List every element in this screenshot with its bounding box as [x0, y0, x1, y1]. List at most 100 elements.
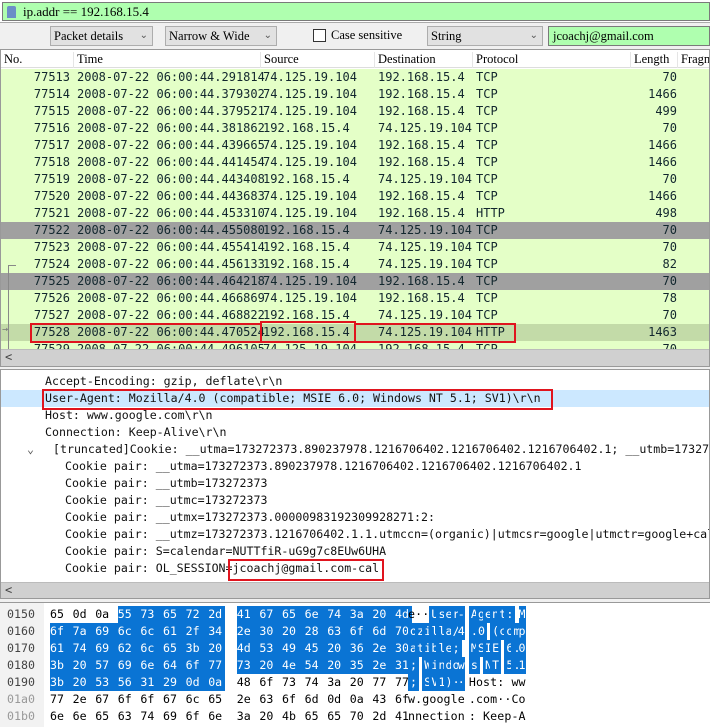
ascii-char[interactable]: E — [490, 640, 502, 657]
hex-byte[interactable]: 20 — [72, 657, 96, 674]
ascii-char[interactable]: c — [476, 691, 483, 708]
hex-byte[interactable]: 6f — [349, 623, 373, 640]
hex-byte[interactable]: 3a — [349, 606, 373, 623]
chevron-left-icon[interactable]: < — [5, 350, 12, 364]
packet-row[interactable]: 77518 2008-07-22 06:00:44.441454 74.125.19… — [1, 154, 709, 171]
ascii-char[interactable]: . — [415, 691, 422, 708]
detail-item[interactable]: Cookie pair: __utmz=173272373.1216706402… — [1, 526, 709, 543]
hex-byte[interactable]: 2f — [185, 623, 209, 640]
ascii-char[interactable]: e — [490, 708, 497, 725]
hex-byte[interactable]: 6f — [118, 691, 140, 708]
hex-byte[interactable]: 20 — [259, 657, 282, 674]
display-filter-input[interactable]: ip.addr == 192.168.15.4 — [2, 2, 710, 21]
hex-byte[interactable]: 43 — [372, 691, 394, 708]
hex-byte[interactable]: 0d — [327, 691, 349, 708]
ascii-char[interactable]: T — [490, 657, 502, 674]
hex-byte[interactable]: 3b — [185, 640, 209, 657]
hex-byte[interactable]: 6e — [208, 708, 230, 725]
hex-byte[interactable]: 61 — [163, 623, 186, 640]
ascii-char[interactable]: · — [457, 674, 465, 691]
column-header-protocol[interactable]: Protocol — [472, 52, 518, 68]
ascii-char[interactable]: H — [469, 674, 476, 691]
ascii-char[interactable]: w — [408, 691, 415, 708]
hex-byte[interactable]: 6f — [259, 674, 281, 691]
ascii-char[interactable]: c — [429, 708, 436, 725]
hex-byte[interactable]: 67 — [95, 691, 117, 708]
hex-byte[interactable]: 2d — [372, 708, 394, 725]
packet-row[interactable]: 77513 2008-07-22 06:00:44.291814 74.125.19… — [1, 69, 709, 86]
hex-byte[interactable]: 70 — [350, 708, 372, 725]
hex-byte[interactable]: 56 — [117, 674, 141, 691]
hex-byte[interactable]: 6f — [186, 708, 208, 725]
hex-byte[interactable]: 20 — [372, 606, 395, 623]
ascii-char[interactable]: o — [519, 691, 526, 708]
hex-byte[interactable]: 0a — [95, 606, 117, 623]
hex-byte[interactable]: 20 — [327, 640, 350, 657]
ascii-char[interactable]: ; — [450, 640, 462, 657]
ascii-char[interactable]: · — [497, 691, 504, 708]
hex-byte[interactable]: 53 — [259, 640, 282, 657]
hex-byte[interactable]: 28 — [304, 623, 328, 640]
ascii-char[interactable]: · — [422, 606, 429, 623]
hex-byte[interactable]: 6e — [304, 606, 328, 623]
ascii-char[interactable]: w — [511, 674, 518, 691]
hex-byte[interactable]: 20 — [259, 708, 281, 725]
char-width-select[interactable]: Narrow & Wide ⌄ — [165, 26, 277, 46]
hex-byte[interactable]: 55 — [117, 606, 141, 623]
hex-byte[interactable]: 65 — [282, 606, 305, 623]
hex-byte[interactable]: 73 — [282, 674, 304, 691]
hex-byte[interactable]: 29 — [163, 674, 186, 691]
hex-byte[interactable]: 65 — [305, 708, 327, 725]
hex-byte[interactable]: 3a — [237, 708, 259, 725]
hex-byte[interactable]: 6c — [140, 623, 163, 640]
hex-byte[interactable]: 65 — [208, 691, 230, 708]
ascii-char[interactable]: e — [422, 708, 429, 725]
hex-byte[interactable]: 6e — [140, 657, 163, 674]
detail-item[interactable]: Cookie pair: S=calendar=NUTTfiR-uG9g7c8E… — [1, 543, 709, 560]
ascii-char[interactable]: l — [451, 691, 458, 708]
packet-row[interactable]: 77521 2008-07-22 06:00:44.453310 74.125.19… — [1, 205, 709, 222]
hex-byte[interactable]: 4b — [282, 708, 304, 725]
column-header-fragment[interactable]: Fragm — [677, 52, 709, 68]
ascii-char[interactable]: w — [457, 657, 465, 674]
hex-byte[interactable]: 0d — [73, 606, 95, 623]
hex-byte[interactable]: 6d — [372, 623, 395, 640]
ascii-char[interactable]: o — [429, 691, 436, 708]
hex-byte[interactable]: 2d — [208, 606, 226, 623]
hex-byte[interactable]: 3b — [50, 657, 73, 674]
hex-byte[interactable]: 69 — [95, 640, 118, 657]
hex-byte[interactable]: 34 — [208, 623, 226, 640]
ascii-char[interactable]: w — [519, 674, 526, 691]
hex-byte[interactable]: 31 — [140, 674, 163, 691]
hex-byte[interactable]: 4d — [236, 640, 260, 657]
packet-row[interactable]: 77524 2008-07-22 06:00:44.456133 192.168.1… — [1, 256, 709, 273]
ascii-char[interactable]: n — [415, 708, 422, 725]
detail-item[interactable]: Cookie pair: __utmx=173272373.0000098319… — [1, 509, 709, 526]
hex-byte[interactable]: 65 — [327, 708, 349, 725]
hex-byte[interactable]: 74 — [305, 674, 327, 691]
chevron-down-icon[interactable]: ⌄ — [27, 441, 34, 458]
packet-row[interactable]: 77522 2008-07-22 06:00:44.455080 192.168.1… — [1, 222, 709, 239]
hex-byte[interactable]: 20 — [282, 623, 305, 640]
bookmark-icon[interactable] — [7, 6, 16, 18]
hex-byte[interactable]: 6e — [50, 708, 72, 725]
search-input[interactable]: jcoachj@gmail.com — [548, 26, 710, 46]
ascii-char[interactable]: M — [518, 606, 526, 623]
packet-row[interactable]: 77525 2008-07-22 06:00:44.464218 74.125.19… — [1, 273, 709, 290]
search-type-select[interactable]: String ⌄ — [427, 26, 543, 46]
details-scrollbar[interactable]: < — [1, 582, 709, 598]
column-header-destination[interactable]: Destination — [374, 52, 436, 68]
hex-byte[interactable]: 72 — [185, 606, 209, 623]
hex-byte[interactable]: 65 — [95, 708, 117, 725]
hex-byte[interactable]: 6d — [305, 691, 327, 708]
ascii-char[interactable]: g — [422, 691, 429, 708]
hex-byte[interactable]: 74 — [72, 640, 96, 657]
hex-byte[interactable]: 6c — [117, 623, 141, 640]
ascii-char[interactable]: e — [408, 606, 415, 623]
hex-byte[interactable]: 0a — [350, 691, 372, 708]
hex-byte[interactable]: 6f — [50, 623, 73, 640]
hex-byte[interactable]: 0d — [185, 674, 209, 691]
search-in-select[interactable]: Packet details ⌄ — [50, 26, 153, 46]
detail-item[interactable]: ⌄ [truncated]Cookie: __utma=173272373.890… — [1, 441, 709, 458]
hex-byte[interactable]: 2e — [372, 657, 395, 674]
